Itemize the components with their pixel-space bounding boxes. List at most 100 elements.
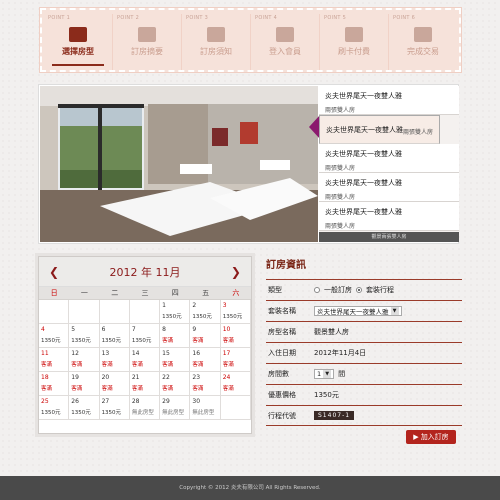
room-value: 觀景雙人房 (314, 328, 349, 336)
weekday-label: 日 (50, 289, 58, 297)
calendar-day[interactable]: 11 客滿 (39, 348, 70, 372)
package-select-value: 炎夫世界尾天一夜雙人雅 (317, 308, 389, 316)
calendar-day (220, 396, 251, 420)
calendar-day[interactable]: 16 客滿 (190, 348, 221, 372)
calendar-day[interactable]: 26 1350元 (69, 396, 100, 420)
calendar-day[interactable]: 28 無此房型 (129, 396, 161, 420)
rooms-select-value: 1 (317, 370, 322, 378)
day-status: 1350元 (71, 410, 91, 416)
calendar-day[interactable]: 5 1350元 (69, 324, 100, 348)
day-status: 客滿 (101, 362, 113, 368)
day-number: 4 (41, 326, 45, 333)
calendar-day[interactable]: 24 客滿 (220, 372, 251, 396)
next-month-icon[interactable]: ❯ (231, 265, 241, 279)
calendar-day[interactable]: 25 1350元 (39, 396, 70, 420)
calendar-day[interactable]: 1 1350元 (160, 300, 191, 324)
calendar-day[interactable]: 7 1350元 (129, 324, 161, 348)
step-icon (345, 27, 363, 42)
rooms-row: 房間數 1 ▼ 間 (266, 363, 462, 384)
day-status: 1350元 (101, 338, 122, 344)
calendar-day[interactable]: 30 無此房型 (190, 396, 221, 420)
price-label: 優惠價格 (268, 391, 296, 399)
calendar-day (99, 300, 130, 324)
calendar-day[interactable]: 23 客滿 (190, 372, 221, 396)
rooms-unit: 間 (338, 370, 346, 378)
calendar-day[interactable]: 18 客滿 (39, 372, 70, 396)
room-list: 炎夫世界尾天一夜雙人雅 兩張雙人房 炎夫世界尾天一夜雙人雅 兩張雙人房 炎夫世界尾天一夜… (319, 86, 459, 242)
calendar-day[interactable]: 4 1350元 (39, 324, 70, 348)
step-2[interactable]: POINT 2 訂房摘要 (112, 14, 181, 70)
calendar-day[interactable]: 6 1350元 (99, 324, 130, 348)
step-icon (69, 27, 87, 42)
calendar-day[interactable]: 12 客滿 (69, 348, 100, 372)
room-list-item[interactable]: 炎夫世界尾天一夜雙人雅 兩張雙人房 (319, 144, 459, 173)
calendar-day[interactable]: 21 客滿 (129, 372, 161, 396)
radio-package[interactable] (356, 287, 362, 293)
chevron-down-icon: ▼ (323, 370, 332, 378)
date-label: 入住日期 (268, 349, 296, 357)
calendar-day[interactable]: 19 客滿 (69, 372, 100, 396)
calendar-day[interactable]: 22 客滿 (160, 372, 191, 396)
form-title: 訂房資訊 (266, 260, 306, 271)
day-number: 19 (71, 374, 79, 381)
day-number: 22 (162, 374, 170, 381)
room-item-sub: 兩張雙人房 (325, 165, 356, 172)
day-number: 20 (101, 374, 110, 381)
calendar-day[interactable]: 20 客滿 (99, 372, 130, 396)
prev-month-icon[interactable]: ❮ (49, 265, 59, 279)
day-number: 7 (131, 326, 136, 333)
step-label: 訂房須知 (200, 47, 232, 56)
step-label: 選擇房型 (62, 47, 94, 56)
calendar-day (69, 300, 100, 324)
bedroom-image (40, 86, 318, 242)
rooms-select[interactable]: 1 ▼ (314, 369, 335, 379)
day-number: 13 (101, 350, 110, 357)
radio-single[interactable] (314, 287, 320, 293)
step-3[interactable]: POINT 3 訂房須知 (181, 14, 250, 70)
add-booking-button[interactable]: ▶ 加入訂房 (406, 430, 456, 444)
day-status: 客滿 (41, 362, 53, 368)
room-list-item[interactable]: 炎夫世界尾天一夜雙人雅 兩張雙人房 (319, 86, 459, 115)
price-row: 優惠價格 1350元 (266, 384, 462, 405)
step-point: POINT 2 (117, 15, 140, 21)
calendar-day[interactable]: 29 無此房型 (160, 396, 191, 420)
weekday-label: 三 (141, 289, 149, 297)
calendar-day[interactable]: 14 客滿 (129, 348, 161, 372)
chevron-down-icon: ▼ (390, 307, 399, 315)
step-4[interactable]: POINT 4 登入會員 (250, 14, 319, 70)
calendar-day[interactable]: 3 1350元 (220, 300, 251, 324)
calendar-day[interactable]: 15 客滿 (160, 348, 191, 372)
day-status: 1350元 (101, 410, 122, 416)
room-list-item[interactable]: 炎夫世界尾天一夜雙人雅 兩張雙人房 (319, 115, 441, 144)
footer: Copyright © 2012 炎夫有限公司 All Rights Reser… (0, 476, 500, 500)
package-select[interactable]: 炎夫世界尾天一夜雙人雅 ▼ (314, 306, 402, 316)
calendar-day[interactable]: 17 客滿 (220, 348, 251, 372)
room-list-item[interactable]: 炎夫世界尾天一夜雙人雅 兩張雙人房 (319, 173, 459, 202)
calendar-day[interactable]: 9 客滿 (190, 324, 221, 348)
day-status: 客滿 (162, 386, 174, 392)
room-list-item[interactable]: 炎夫世界尾天一夜雙人雅 兩張雙人房 (319, 202, 459, 231)
calendar-day[interactable]: 10 客滿 (220, 324, 251, 348)
room-photo (40, 86, 318, 242)
calendar-day (129, 300, 161, 324)
day-status: 客滿 (131, 362, 143, 368)
calendar-header: ❮ 2012 年 11月 ❯ (39, 257, 251, 287)
day-status: 1350元 (41, 338, 61, 344)
cart-icon: ▶ (413, 433, 419, 441)
step-1[interactable]: POINT 1 選擇房型 (44, 14, 112, 70)
price-value: 1350元 (314, 391, 339, 399)
calendar-day[interactable]: 13 客滿 (99, 348, 130, 372)
day-status: 1350元 (222, 314, 243, 320)
booking-form: 訂房資訊 類型 一般訂房 套裝行程 套裝名稱 炎夫世界尾天一夜雙人雅 ▼ 房型名稱… (266, 256, 462, 426)
calendar-day[interactable]: 27 1350元 (99, 396, 130, 420)
step-5[interactable]: POINT 5 刷卡付費 (319, 14, 388, 70)
booking-steps: POINT 1 選擇房型 POINT 2 訂房摘要 POINT 3 訂房須知 POINT 4… (39, 7, 462, 73)
day-status: 客滿 (222, 338, 234, 344)
calendar-day[interactable]: 8 客滿 (160, 324, 191, 348)
calendar-day[interactable]: 2 1350元 (190, 300, 221, 324)
step-6[interactable]: POINT 6 完成交易 (388, 14, 457, 70)
day-status: 無此房型 (131, 410, 154, 416)
day-number: 23 (192, 374, 201, 381)
day-status: 客滿 (131, 386, 143, 392)
day-number: 29 (162, 398, 170, 405)
